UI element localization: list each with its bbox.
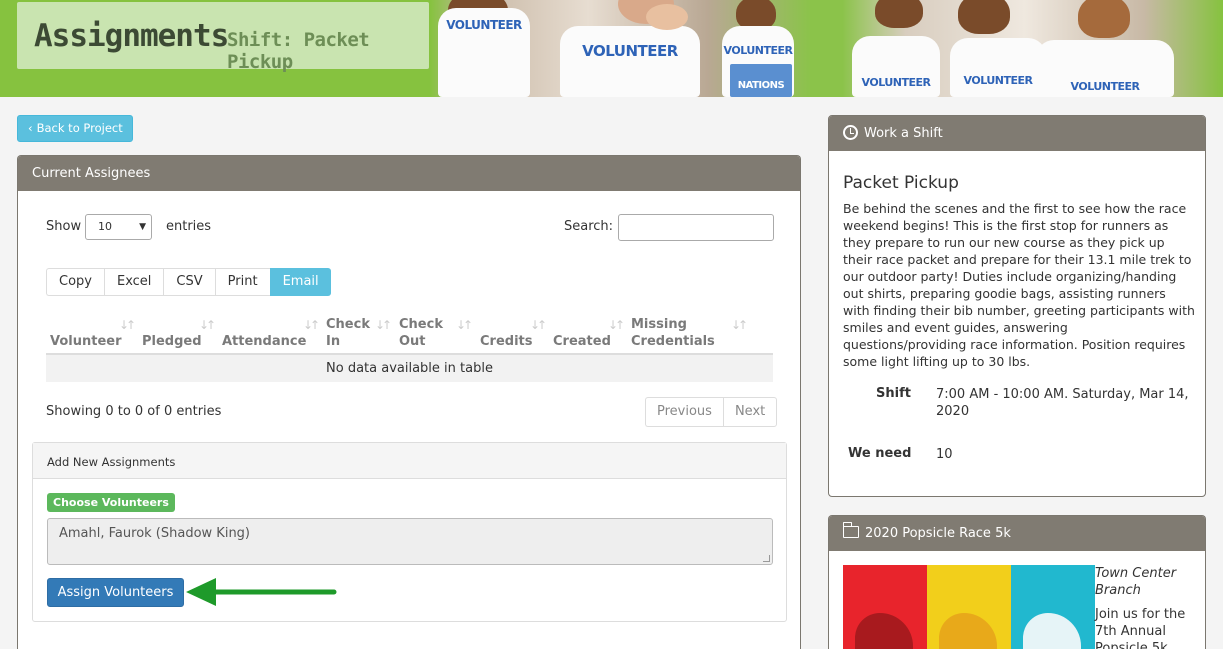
copy-button[interactable]: Copy <box>46 268 104 296</box>
arrow-left-icon <box>186 578 337 606</box>
column-header-credits[interactable]: Credits <box>480 333 532 350</box>
clock-icon <box>843 125 858 140</box>
caret-down-icon: ▼ <box>139 222 146 232</box>
work-a-shift-header: Work a Shift <box>829 116 1205 151</box>
volunteer-shirt: VOLUNTEER <box>852 36 940 97</box>
column-header-missing-credentials[interactable]: Missing Credentials <box>631 316 715 350</box>
column-header-pledged[interactable]: Pledged <box>142 333 202 350</box>
sort-icon: ↓↑ <box>119 318 136 332</box>
project-blurb: Join us for the 7th Annual Popsicle 5k <box>1095 607 1186 649</box>
volunteer-shirt: VOLUNTEER <box>950 38 1046 97</box>
we-need-value: 10 <box>936 447 953 462</box>
entries-per-page-value: 10 <box>98 220 112 233</box>
donations-box: NATIONS <box>730 64 792 97</box>
chevron-left-icon: ‹ <box>28 121 33 135</box>
project-title: 2020 Popsicle Race 5k <box>865 526 1011 541</box>
volunteer-shirt: VOLUNTEER <box>560 26 700 97</box>
resize-handle-icon[interactable] <box>763 555 770 562</box>
project-panel: 2020 Popsicle Race 5k Town Center Branch… <box>828 515 1206 649</box>
we-need-label: We need <box>848 446 912 461</box>
shift-time-label: Shift <box>876 386 911 401</box>
back-to-project-button[interactable]: ‹ Back to Project <box>17 115 133 142</box>
add-assignments-title: Add New Assignments <box>33 443 786 479</box>
shift-time-value: 7:00 AM - 10:00 AM. Saturday, Mar 14, 20… <box>936 387 1189 419</box>
sort-icon: ↓↑ <box>375 318 392 332</box>
shift-description: Be behind the scenes and the first to se… <box>843 201 1195 369</box>
project-header: 2020 Popsicle Race 5k <box>829 516 1205 551</box>
column-header-attendance[interactable]: Attendance <box>222 333 306 350</box>
entries-label: entries <box>166 219 212 234</box>
next-page-button[interactable]: Next <box>722 397 778 427</box>
folder-icon <box>842 522 859 538</box>
page-title: Assignments <box>34 18 229 54</box>
column-header-volunteer[interactable]: Volunteer <box>50 333 122 350</box>
search-input[interactable] <box>618 214 774 241</box>
excel-button[interactable]: Excel <box>103 268 164 296</box>
sort-icon: ↓↑ <box>731 318 748 332</box>
sort-icon: ↓↑ <box>199 318 216 332</box>
sort-icon: ↓↑ <box>303 318 320 332</box>
selected-volunteer-value: Amahl, Faurok (Shadow King) <box>59 526 251 541</box>
pagination: Previous Next <box>645 397 778 427</box>
selected-volunteers-field[interactable]: Amahl, Faurok (Shadow King) <box>47 518 773 565</box>
volunteer-shirt: VOLUNTEER <box>438 8 530 97</box>
show-label: Show <box>46 219 82 234</box>
email-button[interactable]: Email <box>269 268 331 296</box>
work-a-shift-panel: Work a Shift Packet Pickup Be behind the… <box>828 115 1206 497</box>
current-assignees-panel: Current Assignees Show 10 ▼ entries Sear… <box>17 155 801 649</box>
choose-volunteers-label: Choose Volunteers <box>47 493 175 512</box>
sort-icon: ↓↑ <box>608 318 625 332</box>
column-header-created[interactable]: Created <box>553 333 611 350</box>
volunteers-photo: VOLUNTEER VOLUNTEER VOLUNTEER NATIONS VO… <box>430 0 1223 97</box>
work-a-shift-title: Work a Shift <box>864 126 943 141</box>
sort-icon: ↓↑ <box>456 318 473 332</box>
project-branch: Town Center Branch <box>1095 566 1177 598</box>
shift-name: Packet Pickup <box>843 173 959 193</box>
column-header-check-out[interactable]: Check Out <box>399 316 443 350</box>
export-button-group: Copy Excel CSV Print Email <box>46 268 331 296</box>
search-label: Search: <box>564 219 614 234</box>
previous-page-button[interactable]: Previous <box>645 397 723 427</box>
table-info: Showing 0 to 0 of 0 entries <box>46 404 222 419</box>
column-header-check-in[interactable]: Check In <box>326 316 370 350</box>
back-to-project-label: Back to Project <box>36 121 123 135</box>
print-button[interactable]: Print <box>214 268 270 296</box>
header-banner: VOLUNTEER VOLUNTEER VOLUNTEER NATIONS VO… <box>0 0 1223 97</box>
race-shoes-image <box>843 565 1095 649</box>
sort-icon: ↓↑ <box>530 318 547 332</box>
current-assignees-title: Current Assignees <box>18 156 800 191</box>
assign-volunteers-button[interactable]: Assign Volunteers <box>47 578 184 607</box>
entries-per-page-select[interactable]: 10 ▼ <box>85 214 152 240</box>
table-empty-row: No data available in table <box>46 355 773 382</box>
page-subtitle: Shift: Packet Pickup <box>227 29 370 73</box>
add-assignments-panel: Add New Assignments Choose Volunteers Am… <box>32 442 787 622</box>
csv-button[interactable]: CSV <box>163 268 215 296</box>
page-title-box: Assignments Shift: Packet Pickup <box>17 2 429 73</box>
volunteer-shirt: VOLUNTEER <box>1036 40 1174 97</box>
